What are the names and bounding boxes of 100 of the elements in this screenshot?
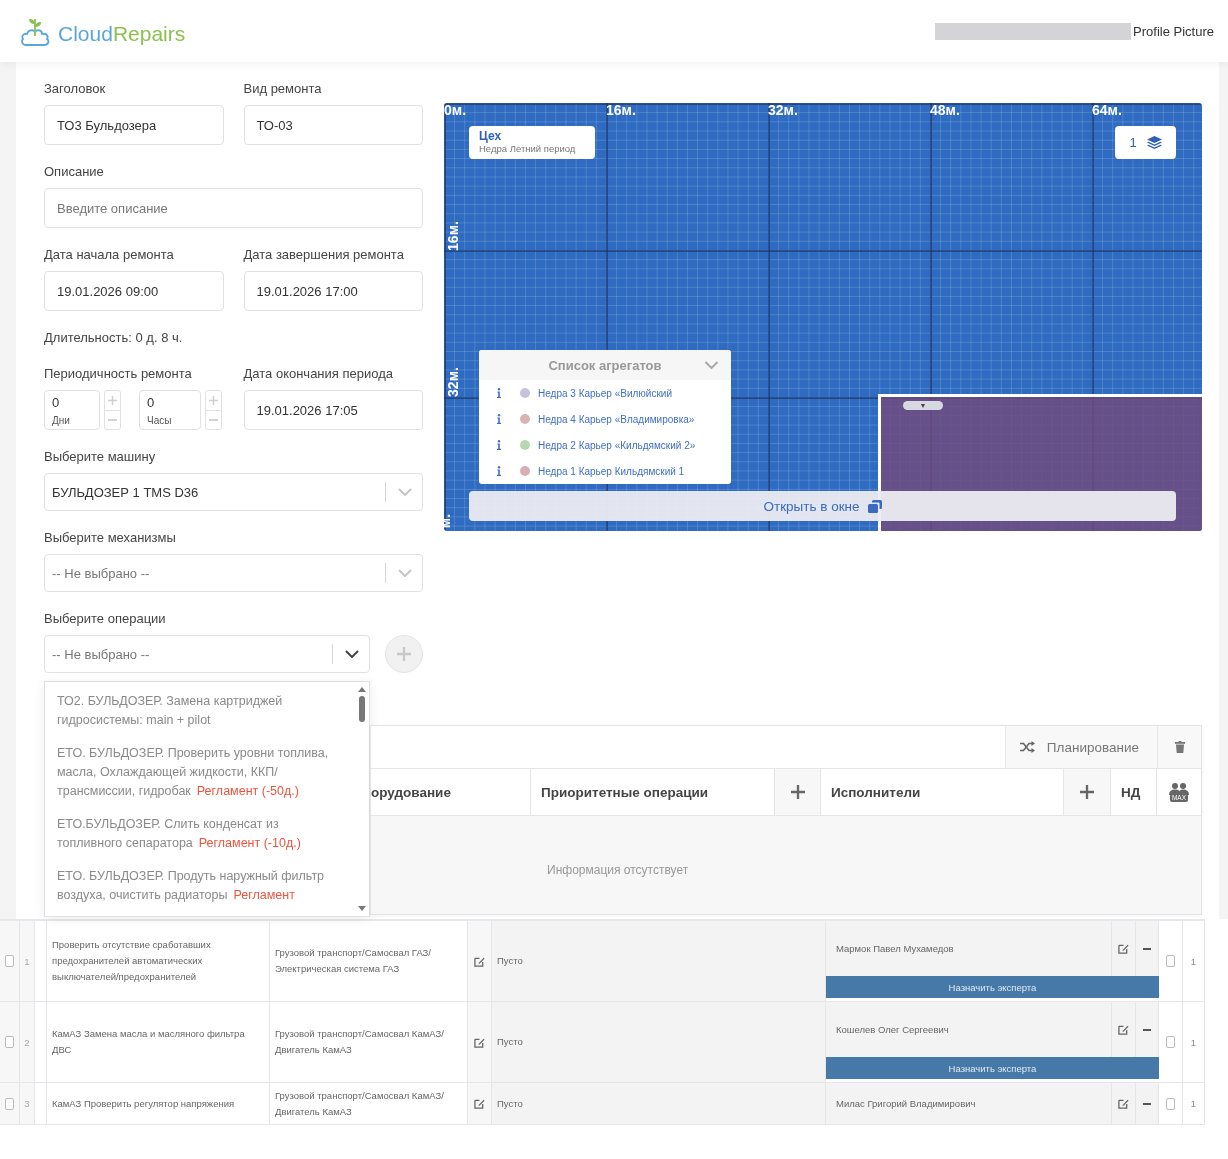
count-text: 1 bbox=[1190, 1098, 1197, 1109]
aggregate-link[interactable]: Недра 4 Карьер «Владимировка» bbox=[538, 413, 695, 425]
count-text: 1 bbox=[1190, 1036, 1197, 1048]
field-label: Дата начала ремонта bbox=[44, 246, 174, 264]
plus-icon bbox=[397, 647, 411, 661]
axis-label: 32м. bbox=[768, 103, 798, 118]
remove-icon[interactable] bbox=[1143, 947, 1151, 950]
chevron-down-icon bbox=[397, 488, 412, 496]
assign-expert-button[interactable]: Назначить эксперта bbox=[826, 1057, 1159, 1079]
axis-label: 32м. bbox=[444, 367, 461, 397]
count-text: 1 bbox=[1190, 955, 1197, 967]
info-icon[interactable] bbox=[497, 388, 501, 398]
field-label: Описание bbox=[44, 163, 104, 181]
info-icon[interactable] bbox=[497, 440, 501, 450]
operation-text: КамАЗ Замена масла и масляного фильтра ДВС bbox=[51, 1027, 246, 1057]
number-field[interactable]: 0 Дни bbox=[44, 390, 100, 430]
axis-label: 64м. bbox=[1092, 103, 1122, 118]
field-label: Выберите механизмы bbox=[44, 529, 176, 547]
logo-text: CloudRepairs bbox=[58, 22, 186, 47]
axis-label: 48м. bbox=[930, 103, 960, 118]
shuffle-icon bbox=[1019, 741, 1035, 753]
info-icon[interactable] bbox=[497, 466, 501, 476]
axis-label: 16м. bbox=[606, 103, 636, 118]
dropdown-option[interactable]: ЕТО.БУЛЬДОЗЕР. Слить конденсат из топливного сепаратора Регламент (-10д.) bbox=[45, 808, 355, 860]
checkbox[interactable] bbox=[5, 1097, 14, 1110]
field-label: Выберите машину bbox=[44, 448, 156, 466]
dropdown-option[interactable]: ТО2. БУЛЬДОЗЕР. Замена картриджей гидросистемы: main + pilot bbox=[45, 685, 355, 737]
edit-icon[interactable] bbox=[1118, 1024, 1129, 1035]
field-label: Дата окончания периода bbox=[243, 365, 393, 383]
select-field[interactable]: -- Не выбрано -- bbox=[44, 635, 370, 673]
plus-icon bbox=[108, 395, 117, 405]
duration-text: Длительность: 0 д. 8 ч. bbox=[44, 329, 183, 347]
aggregate-link[interactable]: Недра 3 Карьер «Вилюйский bbox=[538, 387, 672, 399]
checkbox[interactable] bbox=[1166, 955, 1175, 967]
executor-name: Мармок Павел Мухамедов bbox=[835, 941, 955, 956]
axis-label: 0м. bbox=[444, 103, 467, 118]
delete-button[interactable] bbox=[1157, 726, 1201, 768]
input-field[interactable]: 19.01.2026 17:00 bbox=[243, 271, 423, 311]
plus-icon bbox=[1080, 785, 1094, 799]
remove-icon[interactable] bbox=[1143, 1028, 1151, 1031]
select-field[interactable]: БУЛЬДОЗЕР 1 TMS D36 bbox=[44, 473, 423, 511]
aggregate-link[interactable]: Недра 1 Карьер Кильдямский 1 bbox=[538, 465, 685, 477]
checkbox[interactable] bbox=[1166, 1097, 1175, 1110]
checkbox[interactable] bbox=[5, 1036, 14, 1048]
input-field[interactable]: ТО-03 bbox=[243, 105, 423, 145]
layers-button[interactable]: 1 bbox=[1115, 126, 1176, 159]
number-field[interactable]: 0 Часы bbox=[139, 390, 201, 430]
field-value: Пусто bbox=[496, 954, 524, 968]
equipment-text: Грузовой транспорт/Самосвал КамАЗ/Двигатель КамАЗ bbox=[274, 1027, 445, 1057]
edit-icon[interactable] bbox=[474, 955, 485, 967]
checkbox[interactable] bbox=[5, 955, 14, 967]
axis-label: 16м. bbox=[444, 221, 461, 251]
field-label: Дата завершения ремонта bbox=[243, 246, 404, 264]
row-number: 3 bbox=[24, 1098, 30, 1109]
location-subtitle: Недра Летний период bbox=[479, 143, 576, 155]
plus-icon bbox=[209, 395, 218, 405]
add-column-button[interactable] bbox=[790, 785, 805, 799]
edit-icon[interactable] bbox=[1118, 1098, 1129, 1109]
field-label: Периодичность ремонта bbox=[44, 365, 192, 383]
info-icon[interactable] bbox=[497, 414, 501, 424]
open-in-window-button[interactable]: Открыть в окне bbox=[469, 491, 1176, 521]
dropdown-option[interactable]: ЕТО. БУЛЬДОЗЕР. Продуть наружный фильтр воздуха, очистить радиаторы Регламент bbox=[45, 860, 355, 912]
input-field[interactable]: Введите описание bbox=[44, 188, 423, 228]
panel-title: Список агрегатов bbox=[548, 357, 662, 373]
dropdown-option[interactable]: ЕТО. БУЛЬДОЗЕР. Проверить уровни топлива, масла, Охлаждающей жидкости, ККП/трансмиссии, гидробак Регламент (-50д.) bbox=[45, 737, 355, 808]
remove-icon[interactable] bbox=[1143, 1102, 1151, 1105]
edit-icon[interactable] bbox=[474, 1098, 485, 1109]
location-title: Цех bbox=[479, 130, 502, 143]
chevron-down-icon bbox=[397, 569, 412, 577]
select-field[interactable]: -- Не выбрано -- bbox=[44, 554, 423, 592]
window-icon bbox=[867, 499, 882, 513]
profile-picture-alt-text: Profile Picture bbox=[1133, 23, 1214, 39]
add-column-button[interactable] bbox=[1080, 785, 1094, 799]
planning-button[interactable]: Планирование bbox=[1004, 726, 1157, 768]
input-field[interactable]: ТО3 Бульдозера bbox=[44, 105, 224, 145]
people-icon bbox=[1169, 782, 1189, 795]
edit-icon[interactable] bbox=[1118, 943, 1129, 954]
input-field[interactable]: 19.01.2026 17:05 bbox=[243, 390, 423, 430]
edit-icon[interactable] bbox=[474, 1036, 485, 1048]
assign-expert-button[interactable]: Назначить эксперта bbox=[826, 976, 1159, 998]
field-label: Выберите операции bbox=[44, 610, 166, 628]
chevron-down-icon bbox=[344, 650, 359, 658]
aggregate-link[interactable]: Недра 2 Карьер «Кильдямский 2» bbox=[538, 439, 696, 451]
column-header: орудование bbox=[371, 769, 531, 815]
field-value: Пусто bbox=[496, 1096, 524, 1111]
checkbox[interactable] bbox=[1166, 1036, 1175, 1048]
minus-icon bbox=[108, 418, 117, 421]
chevron-down-icon bbox=[703, 361, 720, 369]
executor-name: Кошелев Олег Сергеевич bbox=[835, 1022, 950, 1037]
operation-text: КамАЗ Проверить регулятор напряжения bbox=[51, 1096, 236, 1111]
input-field[interactable]: 19.01.2026 09:00 bbox=[44, 271, 224, 311]
plus-icon bbox=[790, 785, 805, 799]
field-label: Заголовок bbox=[44, 80, 106, 98]
column-header: НД bbox=[1111, 769, 1157, 815]
field-value: Пусто bbox=[496, 1035, 524, 1049]
field-label: Вид ремонта bbox=[243, 80, 322, 98]
operation-text: Проверить отсутствие сработавших предохранителей автоматических выключателей/предохранителей bbox=[51, 938, 212, 984]
layers-icon bbox=[1146, 136, 1162, 149]
trash-icon bbox=[1174, 741, 1185, 753]
row-number: 1 bbox=[24, 955, 30, 967]
